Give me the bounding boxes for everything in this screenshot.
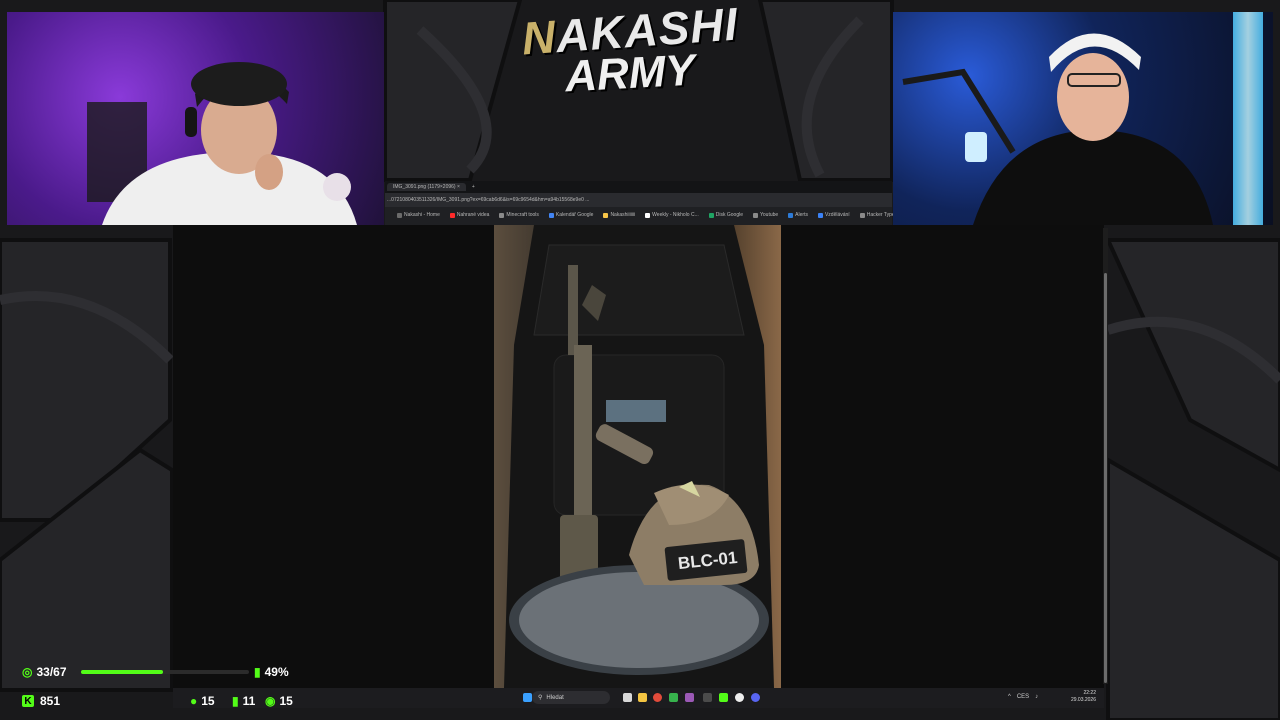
bookmark-item[interactable]: Nakashiiiiiii xyxy=(603,212,635,218)
drop-icon: ◉ xyxy=(265,694,276,708)
chevron-up-icon[interactable]: ^ xyxy=(1008,694,1011,700)
webcam-right xyxy=(893,12,1273,225)
scrollbar-thumb[interactable] xyxy=(1104,273,1107,683)
address-bar-url: ...0721080403511326/IMG_3091.png?ex=69ca… xyxy=(387,197,590,203)
browser-tab-title: IMG_3091.png (1179×2096) xyxy=(393,184,456,190)
stat-bars: ▮ 11 xyxy=(232,694,255,708)
stat-viewers: ● 15 xyxy=(190,694,215,708)
bookmark-item[interactable]: Disk Google xyxy=(708,212,743,218)
bookmark-favicon-icon xyxy=(548,212,554,218)
kick-logo-icon: K xyxy=(22,695,34,707)
address-bar[interactable]: ...0721080403511326/IMG_3091.png?ex=69ca… xyxy=(385,193,892,207)
file-explorer-icon[interactable] xyxy=(638,693,647,702)
stat-drops-value: 15 xyxy=(279,694,293,708)
bookmark-favicon-icon xyxy=(817,212,823,218)
kick-app-icon[interactable] xyxy=(719,693,728,702)
bookmark-favicon-icon xyxy=(397,212,402,218)
bookmark-favicon-icon xyxy=(788,212,794,218)
webcam-right-figure xyxy=(902,33,1213,225)
stat-drops: ◉ 15 xyxy=(265,694,293,708)
bookmark-label: Youtube xyxy=(760,212,779,218)
new-tab-button[interactable]: + xyxy=(472,184,475,190)
goal-count: 33/67 xyxy=(36,665,67,679)
bookmark-label: Nahrané videa xyxy=(456,212,490,218)
app-icon-1[interactable] xyxy=(685,693,694,702)
users-icon: ● xyxy=(190,694,198,708)
gear-photo: BLC-01 xyxy=(494,225,781,688)
chrome-icon[interactable] xyxy=(653,693,662,702)
taskbar-clock[interactable]: 22:22 29.03.2026 xyxy=(1071,690,1096,704)
bookmark-label: Alerts xyxy=(795,212,808,218)
stat-bars-value: 11 xyxy=(242,694,256,708)
subscriber-goal: ◎ 33/67 xyxy=(22,665,67,679)
viewer-scrollbar[interactable] xyxy=(1103,228,1108,684)
goal-progress-bar xyxy=(81,670,249,674)
bookmark-label: Weekly - Nikholo C... xyxy=(652,212,699,218)
bookmark-item[interactable]: Vzdělávání xyxy=(817,212,850,218)
task-view-icon[interactable] xyxy=(623,693,632,702)
webcam-left-figure xyxy=(87,62,357,225)
bookmark-item[interactable]: Youtube xyxy=(753,212,778,218)
bookmark-favicon-icon xyxy=(753,212,758,218)
kick-followers-count: 851 xyxy=(40,694,61,708)
goal-percentage: ▮ 49% xyxy=(254,665,289,679)
bookmark-item[interactable]: Nahrané videa xyxy=(449,212,490,218)
bookmark-favicon-icon xyxy=(859,212,865,218)
windows-start-icon[interactable] xyxy=(523,693,532,702)
bookmark-item[interactable]: Hacker Typer xyxy=(859,212,897,218)
goal-target-icon: ◎ xyxy=(22,665,33,679)
bookmarks-bar: Nakashi - Home Nahrané videa Minecraft too… xyxy=(385,207,963,223)
discord-icon[interactable] xyxy=(751,693,760,702)
bookmark-label: Disk Google xyxy=(715,212,743,218)
windows-taskbar: ⚲ Hledat ^ CES ♪ 22:22 29.03.2026 xyxy=(173,688,1104,708)
channel-logo: NAKASHI ARMY xyxy=(515,0,745,108)
bookmark-item[interactable]: Alerts xyxy=(788,212,808,218)
bookmark-favicon-icon xyxy=(645,212,651,218)
system-tray: ^ CES ♪ xyxy=(1008,694,1038,700)
goal-percent-value: 49% xyxy=(264,665,289,679)
taskbar-search-placeholder: Hledat xyxy=(546,694,564,701)
goal-progress-fill xyxy=(81,670,164,674)
bookmark-label: Nakashiiiiiii xyxy=(610,212,636,218)
bookmark-item[interactable]: Nakashi - Home xyxy=(397,212,440,218)
clock-date: 29.03.2026 xyxy=(1070,697,1096,703)
bookmark-label: Vzdělávání xyxy=(824,212,850,218)
xbox-icon[interactable] xyxy=(669,693,678,702)
volume-icon[interactable]: ♪ xyxy=(1035,694,1038,700)
bookmark-item[interactable]: Kalendář Google xyxy=(548,212,594,218)
close-tab-icon[interactable]: × xyxy=(457,184,460,190)
webcam-left xyxy=(7,12,384,225)
browser-tab[interactable]: IMG_3091.png (1179×2096) × xyxy=(387,183,466,191)
taskbar-search[interactable]: ⚲ Hledat xyxy=(532,691,610,704)
bookmark-label: Minecraft tools xyxy=(506,212,539,218)
search-icon: ⚲ xyxy=(538,695,543,701)
bookmark-favicon-icon xyxy=(449,212,455,218)
bookmark-label: Nakashi - Home xyxy=(404,212,440,218)
bookmark-item[interactable]: Minecraft tools xyxy=(499,212,539,218)
bookmark-favicon-icon xyxy=(603,212,609,218)
bookmark-favicon-icon xyxy=(708,212,714,218)
bookmark-favicon-icon xyxy=(499,212,505,218)
bookmark-label: Hacker Typer xyxy=(866,212,897,218)
browser-chrome: IMG_3091.png (1179×2096) × + ...07210804… xyxy=(385,181,963,225)
bar-chart-icon: ▮ xyxy=(254,665,261,679)
bookmark-label: Kalendář Google xyxy=(555,212,594,218)
bar-chart-icon: ▮ xyxy=(232,694,239,708)
browser-tab-row: IMG_3091.png (1179×2096) × + xyxy=(385,181,892,193)
bookmark-item[interactable]: Weekly - Nikholo C... xyxy=(645,212,699,218)
app-icon-3[interactable] xyxy=(735,693,744,702)
language-indicator[interactable]: CES xyxy=(1017,694,1029,700)
app-icon-2[interactable] xyxy=(703,693,712,702)
kick-followers: K 851 xyxy=(22,694,60,708)
clock-time: 22:22 xyxy=(1083,690,1096,696)
stat-viewers-value: 15 xyxy=(201,694,215,708)
